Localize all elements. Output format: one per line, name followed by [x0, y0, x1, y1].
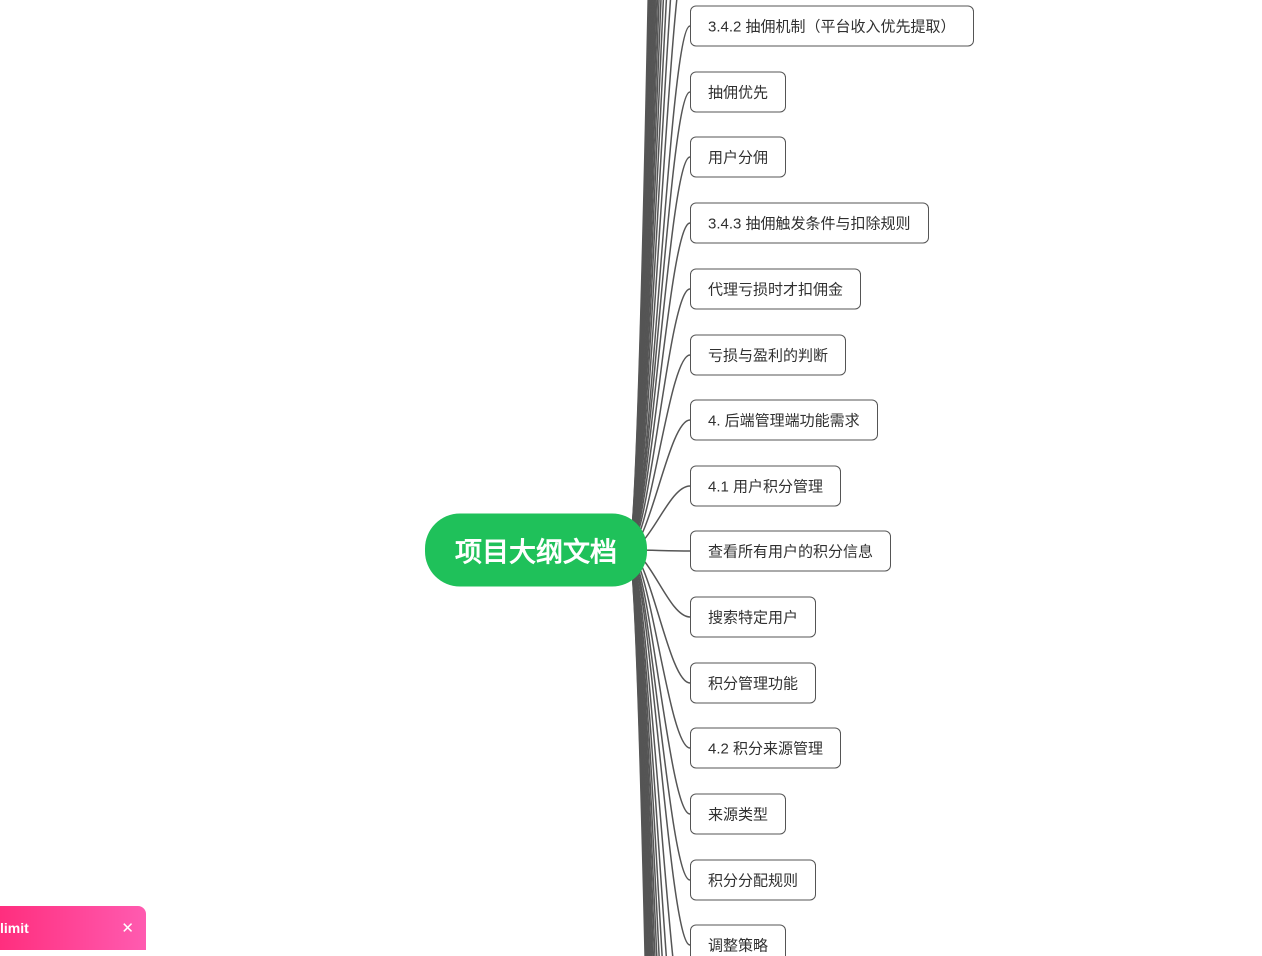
mindmap-child-node[interactable]: 4.1 用户积分管理 — [690, 466, 841, 507]
mindmap-root-node[interactable]: 项目大纲文档 — [425, 514, 647, 587]
child-node-label: 3.4.3 抽佣触发条件与扣除规则 — [708, 216, 911, 233]
mindmap-child-node[interactable]: 3.4.3 抽佣触发条件与扣除规则 — [690, 203, 929, 244]
mindmap-child-node[interactable]: 代理亏损时才扣佣金 — [690, 269, 861, 310]
mindmap-child-node[interactable]: 4. 后端管理端功能需求 — [690, 400, 878, 441]
child-node-label: 搜索特定用户 — [708, 610, 798, 627]
child-node-label: 查看所有用户的积分信息 — [708, 544, 873, 561]
child-node-label: 积分分配规则 — [708, 873, 798, 890]
toast-label: limit — [0, 920, 29, 936]
child-node-label: 代理亏损时才扣佣金 — [708, 282, 843, 299]
child-node-label: 调整策略 — [708, 938, 768, 955]
mindmap-child-node[interactable]: 搜索特定用户 — [690, 597, 816, 638]
child-node-label: 来源类型 — [708, 807, 768, 824]
child-node-label: 积分管理功能 — [708, 676, 798, 693]
root-label: 项目大纲文档 — [455, 538, 617, 568]
mindmap-child-node[interactable]: 抽佣优先 — [690, 72, 786, 113]
mindmap-child-node[interactable]: 来源类型 — [690, 794, 786, 835]
close-icon[interactable]: ✕ — [121, 919, 134, 937]
child-node-label: 3.4.2 抽佣机制（平台收入优先提取） — [708, 19, 956, 36]
mindmap-child-node[interactable]: 调整策略 — [690, 925, 786, 956]
child-node-label: 亏损与盈利的判断 — [708, 348, 828, 365]
mindmap-child-node[interactable]: 用户分佣 — [690, 137, 786, 178]
child-node-label: 4.1 用户积分管理 — [708, 479, 823, 496]
child-node-label: 4. 后端管理端功能需求 — [708, 413, 860, 430]
mindmap-child-node[interactable]: 亏损与盈利的判断 — [690, 335, 846, 376]
mindmap-child-node[interactable]: 积分分配规则 — [690, 860, 816, 901]
mindmap-child-node[interactable]: 查看所有用户的积分信息 — [690, 531, 891, 572]
mindmap-child-node[interactable]: 4.2 积分来源管理 — [690, 728, 841, 769]
mindmap-child-node[interactable]: 3.4.2 抽佣机制（平台收入优先提取） — [690, 6, 974, 47]
child-node-label: 4.2 积分来源管理 — [708, 741, 823, 758]
limit-toast: limit ✕ — [0, 906, 146, 950]
mindmap-child-node[interactable]: 积分管理功能 — [690, 663, 816, 704]
child-node-label: 用户分佣 — [708, 150, 768, 167]
child-node-label: 抽佣优先 — [708, 85, 768, 102]
